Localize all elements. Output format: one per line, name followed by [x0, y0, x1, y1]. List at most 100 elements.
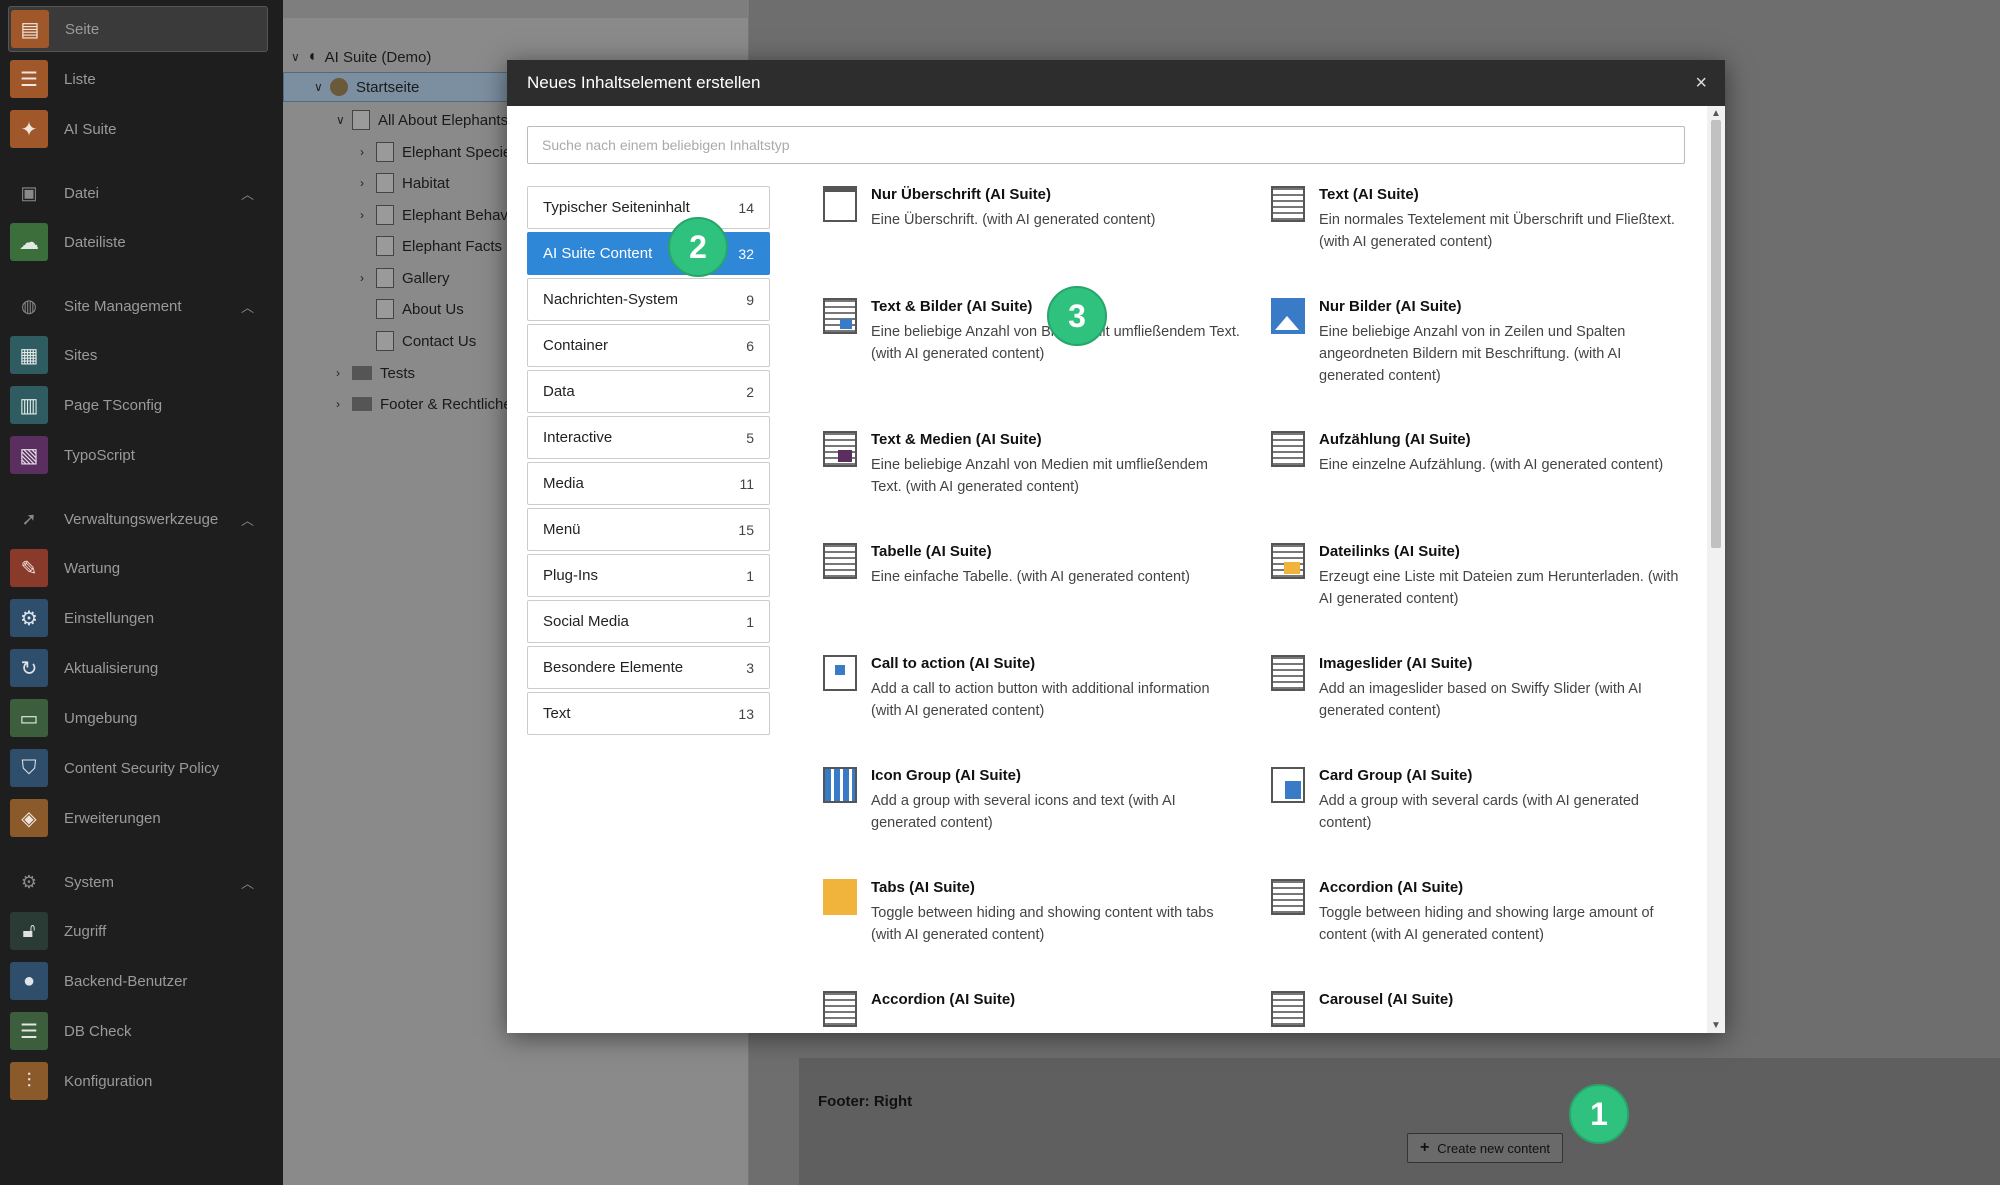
content-type-item[interactable]: Card Group (AI Suite) Add a group with se… — [1271, 767, 1691, 834]
page-icon — [376, 142, 394, 162]
tree-node[interactable]: › Habitat — [360, 168, 450, 198]
text-media-icon — [823, 431, 857, 467]
category-menu[interactable]: Menü 15 — [527, 508, 770, 551]
chevron-right-icon[interactable]: › — [360, 176, 376, 190]
list-icon: ☰ — [10, 60, 48, 98]
file-links-icon — [1271, 543, 1305, 579]
sidebar-item-zugriff[interactable]: 🔓︎ Zugriff — [8, 908, 268, 954]
tree-node[interactable]: › Gallery — [360, 263, 450, 293]
content-type-item[interactable]: Text & Bilder (AI Suite) Eine beliebige A… — [823, 298, 1243, 365]
chevron-right-icon[interactable]: › — [336, 366, 352, 380]
sidebar-item-page-tsconfig[interactable]: ▥ Page TSconfig — [8, 382, 268, 428]
chevron-down-icon[interactable]: ∨ — [291, 50, 307, 64]
sidebar-item-einstellungen[interactable]: ⚙ Einstellungen — [8, 595, 268, 641]
image-icon: ▣ — [20, 182, 38, 203]
database-icon: ☰ — [10, 1012, 48, 1050]
tree-node[interactable]: › Elephant Behavior — [360, 200, 525, 230]
text-image-icon — [823, 298, 857, 334]
chevron-right-icon[interactable]: › — [336, 397, 352, 411]
typoscript-icon: ▧ — [10, 436, 48, 474]
chevron-down-icon[interactable]: ∨ — [314, 80, 330, 94]
sidebar-item-umgebung[interactable]: ▭ Umgebung — [8, 695, 268, 741]
icon-group-icon — [823, 767, 857, 803]
content-type-item[interactable]: Accordion (AI Suite) — [823, 991, 1243, 1027]
user-icon: ● — [10, 962, 48, 1000]
tree-node[interactable]: Contact Us — [360, 326, 476, 356]
content-type-item[interactable]: Accordion (AI Suite) Toggle between hidin… — [1271, 879, 1691, 946]
content-type-item[interactable]: Nur Überschrift (AI Suite) Eine Überschri… — [823, 186, 1243, 231]
tree-root[interactable]: ∨ ◖ AI Suite (Demo) — [291, 42, 431, 72]
shield-icon: ⛉ — [10, 749, 48, 787]
close-icon[interactable]: × — [1695, 72, 1707, 95]
scroll-down-icon[interactable]: ▼ — [1711, 1020, 1721, 1031]
category-typischer-seiteninhalt[interactable]: Typischer Seiteninhalt 14 — [527, 186, 770, 229]
chevron-down-icon[interactable]: ∨ — [336, 113, 352, 127]
category-text[interactable]: Text 13 — [527, 692, 770, 735]
sidebar-item-ai-suite[interactable]: ✦ AI Suite — [8, 106, 268, 152]
content-type-item[interactable]: Imageslider (AI Suite) Add an imageslider… — [1271, 655, 1691, 722]
modal-scrollbar[interactable]: ▲ ▼ — [1707, 106, 1725, 1033]
page-icon — [376, 173, 394, 193]
category-social-media[interactable]: Social Media 1 — [527, 600, 770, 643]
chevron-up-icon: ︿ — [240, 186, 254, 202]
category-container[interactable]: Container 6 — [527, 324, 770, 367]
scrollbar-thumb[interactable] — [1711, 120, 1721, 548]
content-type-item[interactable]: Nur Bilder (AI Suite) Eine beliebige Anza… — [1271, 298, 1691, 387]
sidebar-item-liste[interactable]: ☰ Liste — [8, 56, 268, 102]
tree-node[interactable]: ∨ All About Elephants — [336, 105, 508, 135]
category-ai-suite-content[interactable]: AI Suite Content 32 — [527, 232, 770, 275]
content-type-item[interactable]: Tabs (AI Suite) Toggle between hiding and… — [823, 879, 1243, 946]
imageslider-icon — [1271, 655, 1305, 691]
sidebar-group-datei[interactable]: ▣ Datei ︿ — [8, 173, 268, 213]
page-icon — [376, 236, 394, 256]
chevron-right-icon[interactable]: › — [360, 208, 376, 222]
sidebar-item-wartung[interactable]: ✎ Wartung — [8, 545, 268, 591]
category-interactive[interactable]: Interactive 5 — [527, 416, 770, 459]
page-icon — [376, 299, 394, 319]
sidebar-group-verwaltungswerkzeuge[interactable]: ➚ Verwaltungswerkzeuge ︿ — [8, 499, 268, 539]
wrench-icon: ✎ — [10, 549, 48, 587]
new-content-element-modal: Neues Inhaltselement erstellen × Typisch… — [507, 60, 1725, 1033]
sidebar-item-content-security-policy[interactable]: ⛉ Content Security Policy — [8, 745, 268, 791]
monitor-icon: ▭ — [10, 699, 48, 737]
content-type-item[interactable]: Text & Medien (AI Suite) Eine beliebige A… — [823, 431, 1243, 498]
category-besondere-elemente[interactable]: Besondere Elemente 3 — [527, 646, 770, 689]
content-type-item[interactable]: Tabelle (AI Suite) Eine einfache Tabelle.… — [823, 543, 1243, 588]
create-new-content-button[interactable]: + Create new content — [1407, 1133, 1563, 1163]
sidebar-item-konfiguration[interactable]: ⫶ Konfiguration — [8, 1058, 268, 1104]
sidebar-group-site-management[interactable]: ◍ Site Management ︿ — [8, 286, 268, 326]
content-type-item[interactable]: Text (AI Suite) Ein normales Textelement … — [1271, 186, 1691, 253]
sidebar-item-erweiterungen[interactable]: ◈ Erweiterungen — [8, 795, 268, 841]
sidebar-group-system[interactable]: ⚙ System ︿ — [8, 862, 268, 902]
scroll-up-icon[interactable]: ▲ — [1711, 108, 1721, 119]
tree-node[interactable]: Elephant Facts — [360, 231, 502, 261]
content-type-item[interactable]: Dateilinks (AI Suite) Erzeugt eine Liste … — [1271, 543, 1691, 610]
sidebar-item-db-check[interactable]: ☰ DB Check — [8, 1008, 268, 1054]
tabs-icon — [823, 879, 857, 915]
category-media[interactable]: Media 11 — [527, 462, 770, 505]
sidebar-item-typoscript[interactable]: ▧ TypoScript — [8, 432, 268, 478]
category-nachrichten-system[interactable]: Nachrichten-System 9 — [527, 278, 770, 321]
content-type-item[interactable]: Call to action (AI Suite) Add a call to a… — [823, 655, 1243, 722]
category-data[interactable]: Data 2 — [527, 370, 770, 413]
content-type-search-input[interactable] — [527, 126, 1685, 164]
chevron-right-icon[interactable]: › — [360, 145, 376, 159]
sidebar-item-aktualisierung[interactable]: ↻ Aktualisierung — [8, 645, 268, 691]
sidebar-item-sites[interactable]: ▦ Sites — [8, 332, 268, 378]
sidebar-item-seite[interactable]: ▤ Seite — [8, 6, 268, 52]
tree-node[interactable]: About Us — [360, 294, 464, 324]
tree-node[interactable]: › Footer & Rechtliches — [336, 389, 519, 419]
tree-toolbar — [283, 0, 749, 18]
content-type-item[interactable]: Aufzählung (AI Suite) Eine einzelne Aufzä… — [1271, 431, 1691, 476]
tree-node[interactable]: › Elephant Species — [360, 137, 519, 167]
accordion-icon — [1271, 879, 1305, 915]
sidebar-item-dateiliste[interactable]: ☁ Dateiliste — [8, 219, 268, 265]
tree-node[interactable]: › Tests — [336, 358, 415, 388]
chevron-right-icon[interactable]: › — [360, 271, 376, 285]
content-type-item[interactable]: Carousel (AI Suite) — [1271, 991, 1691, 1027]
refresh-icon: ↻ — [10, 649, 48, 687]
category-plug-ins[interactable]: Plug-Ins 1 — [527, 554, 770, 597]
sidebar-item-backend-benutzer[interactable]: ● Backend-Benutzer — [8, 958, 268, 1004]
box-icon: ◈ — [10, 799, 48, 837]
content-type-item[interactable]: Icon Group (AI Suite) Add a group with se… — [823, 767, 1243, 834]
